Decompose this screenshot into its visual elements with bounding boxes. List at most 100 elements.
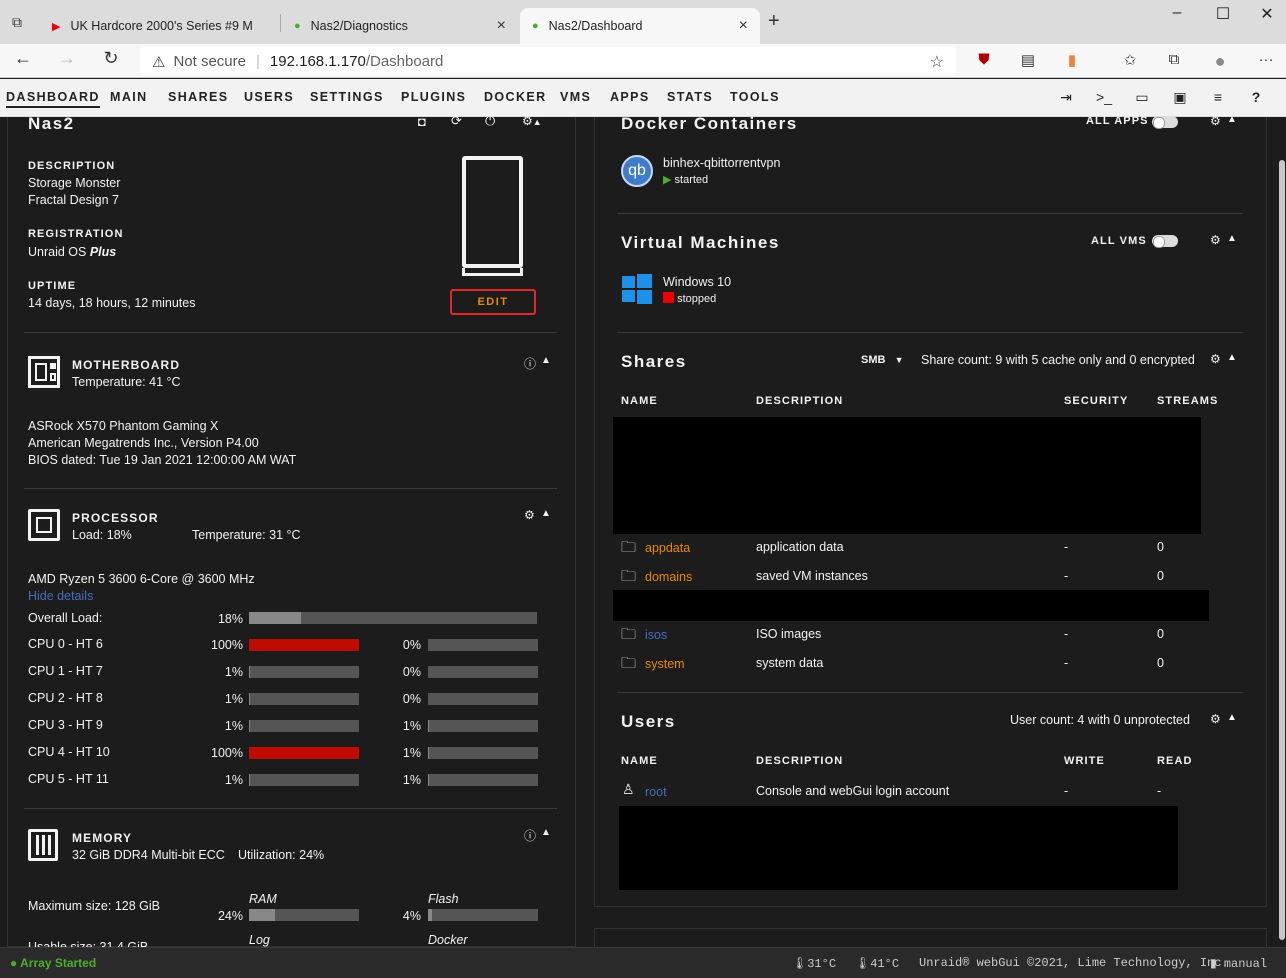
nav-stats[interactable]: STATS <box>667 90 713 104</box>
back-icon[interactable]: ← <box>8 48 38 69</box>
power-icon[interactable]: ⏻ <box>485 113 495 129</box>
nav-shares[interactable]: SHARES <box>168 90 229 104</box>
collapse-icon[interactable]: ▲ <box>541 355 551 366</box>
collections-icon[interactable]: ⧉ <box>1160 51 1188 68</box>
manual-text: manual <box>1223 957 1268 971</box>
cpu-ht-fill <box>428 774 430 786</box>
chevron-down-icon: ▼ <box>894 355 904 365</box>
windows-icon[interactable] <box>622 274 652 304</box>
user-write: - <box>1064 784 1069 798</box>
nav-main[interactable]: MAIN <box>110 90 148 104</box>
collapse-icon[interactable]: ▲ <box>1227 712 1237 723</box>
cpu-ht-pct: 1% <box>402 773 421 787</box>
collapse-icon[interactable]: ▲ <box>1227 114 1237 125</box>
cpu-core-label: CPU 1 - HT 7 <box>28 664 103 678</box>
tab-diagnostics[interactable]: ● Nas2/Diagnostics × <box>282 8 518 44</box>
info-icon[interactable]: ⓘ <box>524 355 536 372</box>
share-name-link[interactable]: isos <box>645 628 667 642</box>
collapse-icon[interactable]: ▲ <box>1227 352 1237 363</box>
scrollbar-thumb[interactable] <box>1279 160 1285 940</box>
feedback-icon[interactable]: ▭ <box>1132 89 1152 106</box>
reload-icon[interactable]: ↻ <box>96 48 126 69</box>
more-menu-icon[interactable]: ··· <box>1252 51 1280 68</box>
redacted-block <box>619 806 1178 890</box>
collapse-icon[interactable]: ▲ <box>541 508 551 519</box>
tab-label: UK Hardcore 2000's Series #9 M <box>70 19 253 33</box>
flash-bar <box>428 909 538 921</box>
share-name-link[interactable]: appdata <box>645 541 690 555</box>
monitor-icon[interactable]: ▣ <box>1170 89 1190 106</box>
all-apps-toggle[interactable] <box>1152 116 1178 129</box>
protocol-select[interactable]: SMB ▼ <box>861 354 904 366</box>
cpu-core-pct: 100% <box>211 746 243 760</box>
redacted-block <box>613 417 1201 534</box>
settings-gear-icon[interactable]: ⚙ <box>1210 352 1221 366</box>
motherboard-title: MOTHERBOARD <box>72 358 181 372</box>
maximize-icon[interactable]: ☐ <box>1200 4 1246 24</box>
share-name-link[interactable]: system <box>645 657 685 671</box>
tab-youtube[interactable]: ▶ UK Hardcore 2000's Series #9 M <box>40 8 272 44</box>
settings-gear-icon[interactable]: ⚙ <box>1210 233 1221 247</box>
reader-view-icon[interactable]: ▤ <box>1014 51 1042 69</box>
user-name-link[interactable]: root <box>645 785 667 799</box>
restart-icon[interactable]: ⟳ <box>451 113 462 129</box>
profile-avatar-icon[interactable]: ● <box>1206 51 1234 72</box>
nav-plugins[interactable]: PLUGINS <box>401 90 466 104</box>
temp-mb-value: 41°C <box>870 957 900 971</box>
container-name[interactable]: binhex-qbittorrentvpn <box>663 156 780 170</box>
close-window-icon[interactable]: ✕ <box>1244 4 1286 24</box>
shares-title: Shares <box>621 352 687 371</box>
nav-vms[interactable]: VMS <box>560 90 591 104</box>
new-tab-icon[interactable]: + <box>768 10 780 33</box>
nav-tools[interactable]: TOOLS <box>730 90 780 104</box>
status-ok-icon: ● <box>10 956 18 970</box>
info-icon[interactable]: ⓘ <box>524 827 536 844</box>
qbittorrent-icon[interactable]: qb <box>621 155 653 187</box>
add-favorite-icon[interactable]: ☆ <box>930 52 944 72</box>
collapse-icon[interactable]: ▲ <box>541 827 551 838</box>
started-icon: ▶ <box>663 174 672 186</box>
vm-name[interactable]: Windows 10 <box>663 275 731 289</box>
memory-type: 32 GiB DDR4 Multi-bit ECC <box>72 848 225 862</box>
settings-gear-icon[interactable]: ⚙ <box>524 508 535 522</box>
terminal-icon[interactable]: >_ <box>1094 89 1114 105</box>
ram-bar <box>249 909 359 921</box>
ublock-icon[interactable]: ⛊ <box>970 51 998 68</box>
edit-button[interactable]: EDIT <box>450 289 536 315</box>
hide-details-link[interactable]: Hide details <box>28 589 93 603</box>
overall-load-bar <box>249 612 537 624</box>
nav-docker[interactable]: DOCKER <box>484 90 547 104</box>
share-name-link[interactable]: domains <box>645 570 692 584</box>
tab-dashboard[interactable]: ● Nas2/Dashboard × <box>520 8 760 44</box>
minimize-icon[interactable]: – <box>1154 4 1200 22</box>
help-icon[interactable]: ? <box>1246 89 1266 105</box>
nav-dashboard[interactable]: DASHBOARD <box>6 90 100 108</box>
favorites-icon[interactable]: ✩ <box>1116 51 1144 69</box>
tab-actions-icon[interactable]: ⧉ <box>12 14 22 31</box>
nav-apps[interactable]: APPS <box>610 90 650 104</box>
share-description: system data <box>756 656 824 670</box>
thermometer-icon: 🌡 <box>792 957 808 971</box>
log-icon[interactable]: ≡ <box>1208 89 1228 105</box>
close-tab-icon[interactable]: × <box>739 17 748 35</box>
nav-users[interactable]: USERS <box>244 90 294 104</box>
nav-settings[interactable]: SETTINGS <box>310 90 384 104</box>
all-vms-toggle[interactable] <box>1152 235 1178 248</box>
memory-utilization: Utilization: 24% <box>238 848 325 862</box>
cpu-core-bar <box>249 720 359 732</box>
cpu-core-fill <box>249 747 359 759</box>
extension-icon[interactable]: ▮ <box>1058 51 1086 69</box>
collapse-icon[interactable]: ▲ <box>1227 233 1237 244</box>
url-bar[interactable]: ⚠ Not secure | 192.168.1.170 /Dashboard … <box>140 47 956 76</box>
settings-gear-icon[interactable]: ⚙ <box>1210 712 1221 726</box>
col-name: NAME <box>621 395 658 407</box>
close-tab-icon[interactable]: × <box>497 17 506 35</box>
stop-icon[interactable]: ◘ <box>418 114 426 129</box>
manual-link[interactable]: ▮ manual <box>1210 956 1267 971</box>
forward-icon[interactable]: → <box>52 48 82 69</box>
logout-icon[interactable]: ⇥ <box>1056 89 1076 106</box>
settings-gear-icon[interactable]: ⚙ <box>1210 114 1221 128</box>
collapse-icon[interactable]: ▲ <box>533 117 542 127</box>
user-icon: ♙ <box>622 781 635 797</box>
settings-gear-icon[interactable]: ⚙▲ <box>522 114 542 128</box>
